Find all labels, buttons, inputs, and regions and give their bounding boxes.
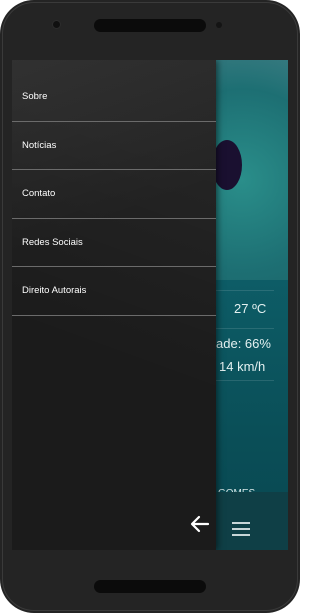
drawer-item-sobre[interactable]: Sobre — [12, 73, 216, 122]
hero-image-detail — [212, 140, 242, 190]
menu-line — [232, 528, 250, 530]
arrow-left-icon[interactable] — [189, 513, 211, 535]
proximity-sensor — [216, 22, 222, 28]
humidity-value: ade: 66% — [216, 336, 271, 351]
drawer-item-noticias[interactable]: Notícias — [12, 122, 216, 170]
drawer-item-redes-sociais[interactable]: Redes Sociais — [12, 219, 216, 267]
drawer-item-direito-autorais[interactable]: Direito Autorais — [12, 267, 216, 316]
wind-value: 14 km/h — [219, 359, 266, 374]
menu-line — [232, 534, 250, 536]
top-speaker — [94, 19, 206, 32]
menu-line — [232, 522, 250, 524]
bottom-speaker — [94, 580, 206, 593]
hamburger-menu-icon[interactable] — [232, 522, 250, 536]
front-camera — [52, 20, 61, 29]
navigation-drawer: Sobre Notícias Contato Redes Sociais Dir… — [12, 60, 216, 550]
temperature-value: 27 ºC — [234, 301, 267, 316]
phone-frame: 27 ºC ade: 66% 14 km/h GOMES Sobre Notíc… — [0, 0, 300, 613]
drawer-menu: Sobre Notícias Contato Redes Sociais Dir… — [12, 73, 216, 316]
drawer-item-contato[interactable]: Contato — [12, 170, 216, 219]
screen: 27 ºC ade: 66% 14 km/h GOMES Sobre Notíc… — [12, 60, 288, 550]
